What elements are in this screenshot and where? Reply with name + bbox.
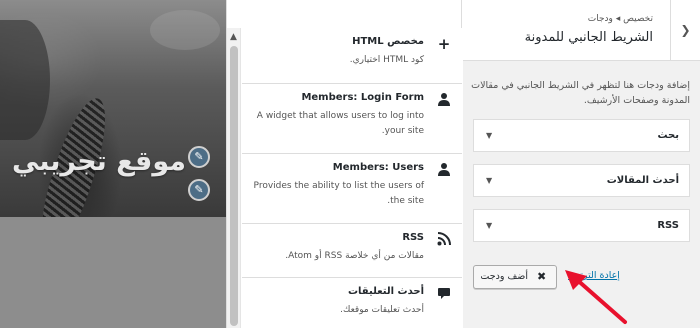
add-widget-button[interactable]: ✖ أضف ودجت: [473, 265, 557, 289]
back-chevron-icon[interactable]: ❯: [670, 0, 700, 61]
caret-down-icon[interactable]: ▼: [486, 165, 492, 196]
sidebar-widget-rss[interactable]: RSS ▼: [473, 209, 690, 242]
edit-shortcut-pencil-icon[interactable]: ✎: [188, 146, 210, 168]
panel-title: الشريط الجانبي للمدونة: [524, 30, 653, 45]
widget-name: بحث: [657, 130, 679, 141]
scrollbar[interactable]: ▲: [227, 28, 241, 328]
widget-tile-members-users[interactable]: Members: Users Provides the ability to l…: [242, 154, 462, 224]
user-icon: [436, 92, 452, 108]
sidebar-widget-search[interactable]: بحث ▼: [473, 119, 690, 152]
widget-description: مقالات من أي خلاصة RSS أو Atom.: [285, 251, 424, 261]
widget-tile-members-login-form[interactable]: Members: Login Form A widget that allows…: [242, 84, 462, 154]
close-icon: ✖: [537, 270, 547, 283]
widget-title: Members: Users: [332, 162, 424, 173]
widget-title: HTML مخصص: [352, 36, 424, 47]
widget-name: RSS: [657, 220, 679, 231]
panel-header: ❯ تخصيص ◂ ودجات الشريط الجانبي للمدونة: [463, 0, 700, 61]
site-preview: موقع تجريبي ✎ ✎: [0, 0, 226, 328]
plus-icon: +: [437, 35, 451, 53]
rss-icon: [436, 232, 452, 248]
widget-description: كود HTML اختياري.: [349, 55, 424, 65]
breadcrumb: تخصيص ◂ ودجات: [587, 14, 653, 24]
scroll-up-arrow-icon[interactable]: ▲: [230, 32, 237, 42]
widget-tile-recent-comments[interactable]: أحدث التعليقات أحدث تعليقات موقعك.: [242, 278, 462, 328]
widget-description: Provides the ability to list the users o…: [253, 181, 424, 206]
caret-down-icon[interactable]: ▼: [486, 120, 492, 151]
sidebar-widget-recent-posts[interactable]: أحدث المقالات ▼: [473, 164, 690, 197]
widget-name: أحدث المقالات: [606, 175, 679, 186]
comment-icon: [436, 286, 452, 302]
widget-tile-rss[interactable]: RSS مقالات من أي خلاصة RSS أو Atom.: [242, 224, 462, 278]
annotation-arrow-icon: [565, 270, 627, 324]
add-widget-label: أضف ودجت: [480, 271, 528, 282]
customizer-sidebar-panel: ❯ تخصيص ◂ ودجات الشريط الجانبي للمدونة إ…: [463, 0, 700, 328]
user-icon: [436, 162, 452, 178]
widget-title: Members: Login Form: [301, 92, 424, 103]
widget-title: أحدث التعليقات: [347, 286, 424, 297]
site-title[interactable]: موقع تجريبي: [12, 146, 186, 177]
widget-title: RSS: [402, 232, 424, 243]
caret-down-icon[interactable]: ▼: [486, 210, 492, 241]
widget-tile-custom-html[interactable]: + HTML مخصص كود HTML اختياري.: [242, 28, 462, 84]
available-widgets-panel: ▲ + HTML مخصص كود HTML اختياري. Members:…: [226, 0, 462, 328]
edit-shortcut-pencil-icon[interactable]: ✎: [188, 179, 210, 201]
panel-description: إضافة ودجات هنا لتظهر في الشريط الجانبي …: [471, 80, 690, 106]
widget-description: A widget that allows users to log into y…: [256, 111, 424, 136]
scrollbar-thumb[interactable]: [230, 46, 238, 326]
widget-description: أحدث تعليقات موقعك.: [340, 305, 424, 315]
